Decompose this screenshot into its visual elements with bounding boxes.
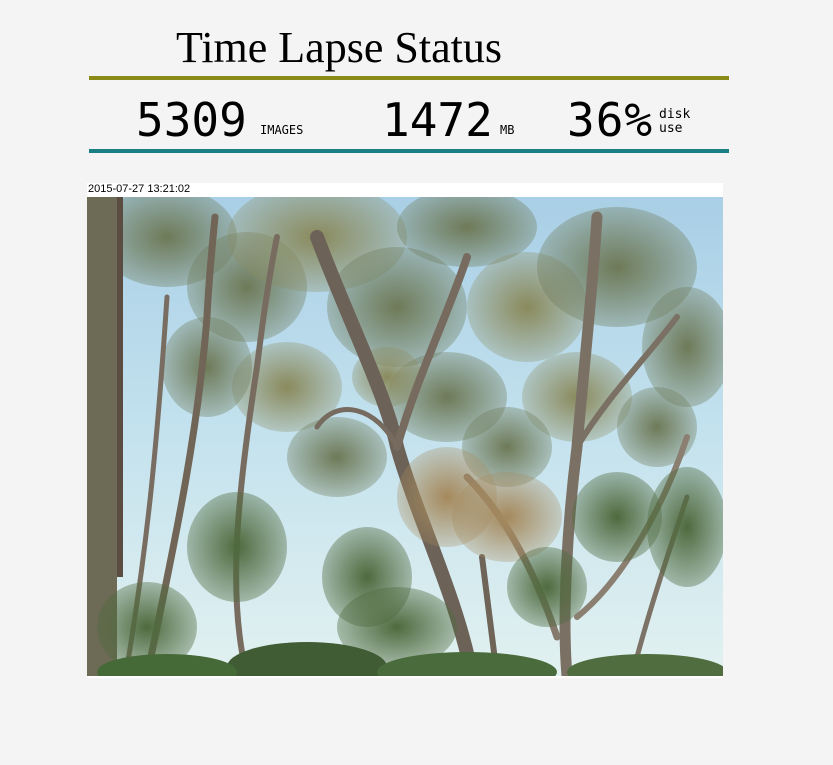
- disk-use-unit-line2: use: [659, 121, 683, 136]
- image-timestamp: 2015-07-27 13:21:02: [88, 183, 191, 195]
- storage-size-unit: MB: [500, 123, 515, 137]
- page-title: Time Lapse Status: [176, 23, 502, 72]
- latest-image-photo: [87, 197, 723, 676]
- storage-size-value: 1472: [382, 93, 493, 147]
- disk-use-value: 36%: [567, 93, 654, 147]
- disk-use-unit-line1: disk: [659, 107, 691, 122]
- title-divider: [89, 76, 729, 80]
- image-count-value: 5309: [136, 93, 247, 147]
- stats-bar: 5309 IMAGES 1472 MB 36% disk use: [89, 92, 729, 148]
- disk-use-unit: disk use: [659, 108, 690, 136]
- latest-image-panel: 2015-07-27 13:21:02: [87, 183, 723, 678]
- stats-divider: [89, 149, 729, 153]
- time-lapse-status-page: Time Lapse Status 5309 IMAGES 1472 MB 36…: [0, 0, 833, 765]
- image-count-unit: IMAGES: [260, 123, 304, 137]
